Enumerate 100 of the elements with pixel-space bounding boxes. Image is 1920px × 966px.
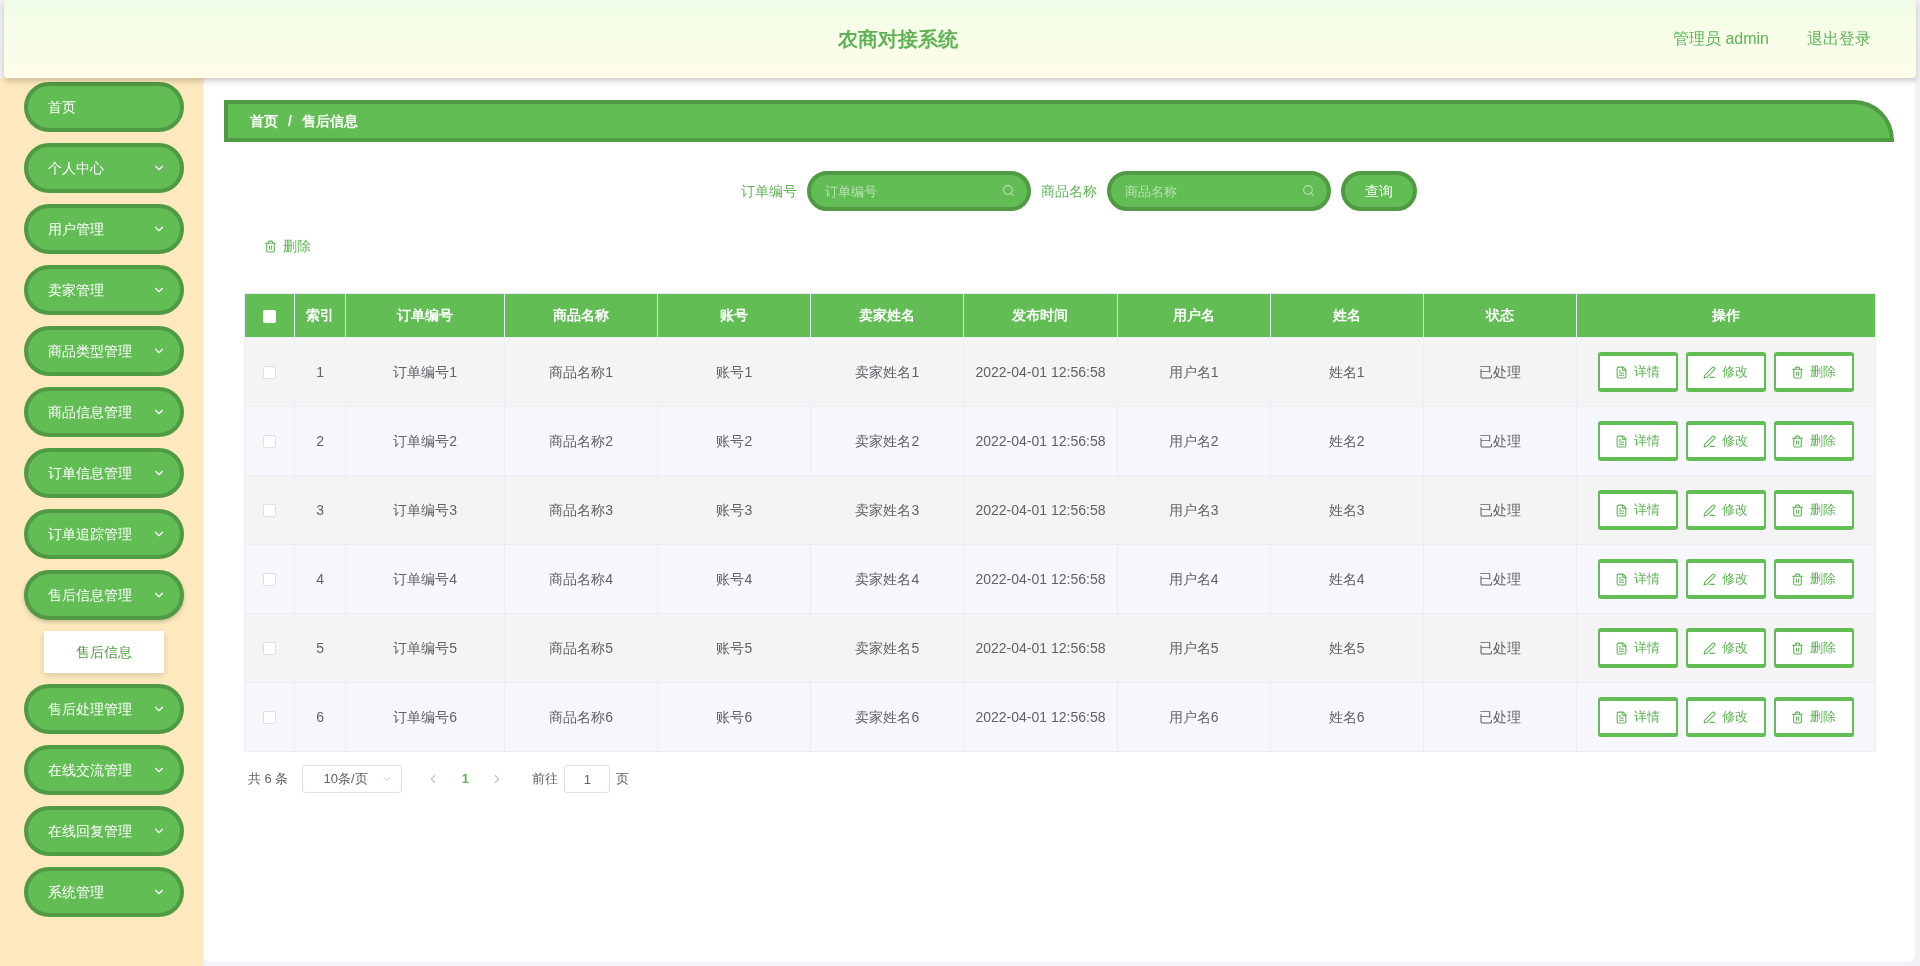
row-action-button[interactable]: 修改 [1685,352,1766,392]
row-checkbox[interactable] [263,435,276,449]
row-action-button[interactable]: 修改 [1685,628,1766,668]
row-action-button[interactable]: 删除 [1773,421,1854,461]
sidebar-menu-item[interactable]: 售后信息管理 [24,570,184,620]
trash-icon [1791,710,1805,724]
row-action-button[interactable]: 删除 [1773,352,1854,392]
row-checkbox[interactable] [263,573,276,587]
row-action-button[interactable]: 修改 [1685,490,1766,530]
sidebar-menu-item[interactable]: 订单追踪管理 [24,509,184,559]
total-count: 共 6 条 [248,770,289,789]
sidebar-menu-item[interactable]: 在线交流管理 [24,745,184,795]
table-cell: 2022-04-01 12:56:58 [963,337,1117,407]
table-cell: 2 [294,406,346,476]
table-cell: 账号2 [657,406,811,476]
table-cell: 卖家姓名2 [810,406,964,476]
table-cell: 账号3 [657,475,811,545]
pencil-icon [1703,434,1717,448]
table-cell: 4 [294,544,346,614]
row-action-button[interactable]: 详情 [1597,697,1678,737]
table-cell: 卖家姓名4 [810,544,964,614]
row-action-button[interactable]: 删除 [1773,490,1854,530]
table-cell: 用户名3 [1117,475,1271,545]
row-action-button[interactable]: 修改 [1685,697,1766,737]
table-cell: 用户名5 [1117,613,1271,683]
column-header: 姓名 [1270,293,1424,338]
row-action-button[interactable]: 详情 [1597,628,1678,668]
search-field[interactable]: 订单编号 [807,171,1031,211]
table-cell: 2022-04-01 12:56:58 [963,406,1117,476]
table-cell: 用户名4 [1117,544,1271,614]
table-cell: 商品名称5 [504,613,658,683]
row-action-button[interactable]: 删除 [1773,697,1854,737]
row-action-button[interactable]: 详情 [1597,421,1678,461]
table-cell: 商品名称1 [504,337,658,407]
column-header: 商品名称 [504,293,658,338]
row-action-button[interactable]: 修改 [1685,421,1766,461]
table-cell: 3 [294,475,346,545]
sidebar-menu-item[interactable]: 卖家管理 [24,265,184,315]
table-cell: 订单编号6 [345,682,505,752]
row-action-button[interactable]: 详情 [1597,490,1678,530]
pencil-icon [1703,641,1717,655]
row-checkbox[interactable] [263,711,276,725]
table-cell: 订单编号3 [345,475,505,545]
row-action-button[interactable]: 删除 [1773,628,1854,668]
sidebar-menu-item[interactable]: 用户管理 [24,204,184,254]
table-cell: 商品名称6 [504,682,658,752]
column-header: 用户名 [1117,293,1271,338]
row-checkbox[interactable] [263,366,276,380]
search-field[interactable]: 商品名称 [1107,171,1331,211]
sidebar-menu-item[interactable]: 商品类型管理 [24,326,184,376]
sidebar-menu-item[interactable]: 在线回复管理 [24,806,184,856]
row-action-button[interactable]: 修改 [1685,559,1766,599]
search-label: 商品名称 [1041,181,1097,201]
sidebar-menu-item[interactable]: 个人中心 [24,143,184,193]
table-cell: 2022-04-01 12:56:58 [963,613,1117,683]
document-icon [1615,572,1629,586]
column-header: 发布时间 [963,293,1117,338]
trash-icon [264,239,277,253]
page-suffix: 页 [616,770,630,789]
table-cell: 商品名称3 [504,475,658,545]
table-cell: 卖家姓名5 [810,613,964,683]
header-checkbox[interactable] [263,309,276,323]
row-action-button[interactable]: 详情 [1597,559,1678,599]
pencil-icon [1703,710,1717,724]
breadcrumb-link[interactable]: 售后信息 [301,110,358,132]
sidebar-menu-item[interactable]: 系统管理 [24,867,184,917]
table-cell: 姓名3 [1270,475,1424,545]
goto-page-field[interactable]: 1 [564,765,611,793]
row-action-button[interactable]: 删除 [1773,559,1854,599]
query-button[interactable]: 查询 [1341,171,1417,211]
row-checkbox[interactable] [263,504,276,518]
table-cell: 卖家姓名6 [810,682,964,752]
page-size-select[interactable]: 10条/页 [302,765,403,793]
table-cell: 姓名2 [1270,406,1424,476]
table-cell: 账号5 [657,613,811,683]
row-action-button[interactable]: 详情 [1597,352,1678,392]
delete-button[interactable]: 删除 [264,231,311,261]
logout-link[interactable]: 退出登录 [1807,27,1871,51]
table-cell: 订单编号1 [345,337,505,407]
sidebar-menu-item[interactable]: 订单信息管理 [24,448,184,498]
table-cell: 已处理 [1423,613,1577,683]
table-cell: 用户名2 [1117,406,1271,476]
table-cell: 卖家姓名3 [810,475,964,545]
row-checkbox[interactable] [263,642,276,656]
breadcrumb-separator: / [288,111,292,131]
document-icon [1615,710,1629,724]
pencil-icon [1703,365,1717,379]
trash-icon [1791,503,1805,517]
sidebar-menu-item[interactable]: 商品信息管理 [24,387,184,437]
trash-icon [1791,641,1805,655]
breadcrumb-link[interactable]: 首页 [250,110,278,132]
table-cell: 已处理 [1423,475,1577,545]
page-number[interactable]: 1 [450,769,481,789]
sidebar-menu-item[interactable]: 首页 [24,82,184,132]
table-cell: 姓名4 [1270,544,1424,614]
search-icon [1302,184,1315,197]
trash-icon [1791,434,1805,448]
sidebar-menu-item[interactable]: 售后处理管理 [24,684,184,734]
submenu-item[interactable]: 售后信息 [44,631,164,673]
column-header: 索引 [294,293,346,338]
